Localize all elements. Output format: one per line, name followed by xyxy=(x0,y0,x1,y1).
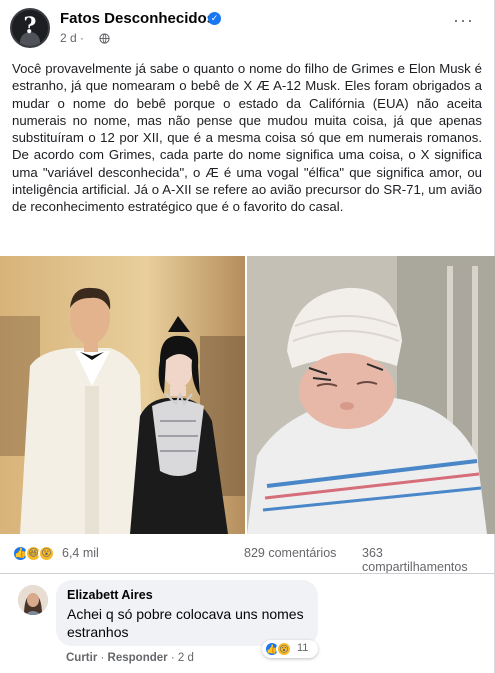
commenter-avatar[interactable] xyxy=(18,585,48,615)
page-avatar[interactable]: ? xyxy=(10,8,50,48)
commenter-avatar-art xyxy=(18,585,48,615)
verified-badge-icon: ✓ xyxy=(208,12,221,25)
comment-reply-button[interactable]: Responder xyxy=(108,652,168,664)
post-header: ? Fatos Desconhecidos ✓ 2 d · ··· xyxy=(10,8,480,52)
comment-reactions-count: 11 xyxy=(297,642,309,654)
divider xyxy=(0,573,495,574)
question-mark-icon: ? xyxy=(23,13,37,39)
comment-actions: Curtir · Responder · 2 d xyxy=(66,652,194,664)
comment-author[interactable]: Elizabett Aires xyxy=(67,588,153,602)
shares-count[interactable]: 363 compartilhamentos xyxy=(362,546,484,574)
couple-photo-art xyxy=(0,256,245,534)
comment-like-button[interactable]: Curtir xyxy=(66,652,97,664)
baby-photo-art xyxy=(247,256,495,534)
more-options-button[interactable]: ··· xyxy=(453,10,474,31)
comment-reactions[interactable]: 👍 😮 11 xyxy=(262,640,318,658)
post-stats: 👍 😆 😮 6,4 mil 829 comentários 363 compar… xyxy=(12,545,484,574)
post-text: Você provavelmente já sabe o quanto o no… xyxy=(12,61,482,215)
post-timestamp[interactable]: 2 d · xyxy=(60,31,84,45)
post-time[interactable]: 2 d xyxy=(60,31,77,45)
globe-icon xyxy=(99,33,110,44)
reactions-count[interactable]: 6,4 mil xyxy=(62,546,99,560)
post-card: ? Fatos Desconhecidos ✓ 2 d · ··· Você p… xyxy=(0,0,495,673)
wow-reaction-icon: 😮 xyxy=(38,545,55,562)
comment-bubble: Elizabett Aires Achei q só pobre colocav… xyxy=(56,580,318,646)
reaction-summary[interactable]: 👍 😆 😮 xyxy=(12,545,66,563)
comment-text: Achei q só pobre colocava uns nomes estr… xyxy=(67,606,304,640)
comments-count[interactable]: 829 comentários xyxy=(244,546,336,560)
comment-time[interactable]: 2 d xyxy=(178,652,194,664)
post-photos xyxy=(0,256,495,534)
page-name[interactable]: Fatos Desconhecidos xyxy=(60,10,215,27)
baby-photo[interactable] xyxy=(247,256,495,534)
wow-reaction-icon: 😮 xyxy=(276,641,292,657)
couple-photo[interactable] xyxy=(0,256,245,534)
